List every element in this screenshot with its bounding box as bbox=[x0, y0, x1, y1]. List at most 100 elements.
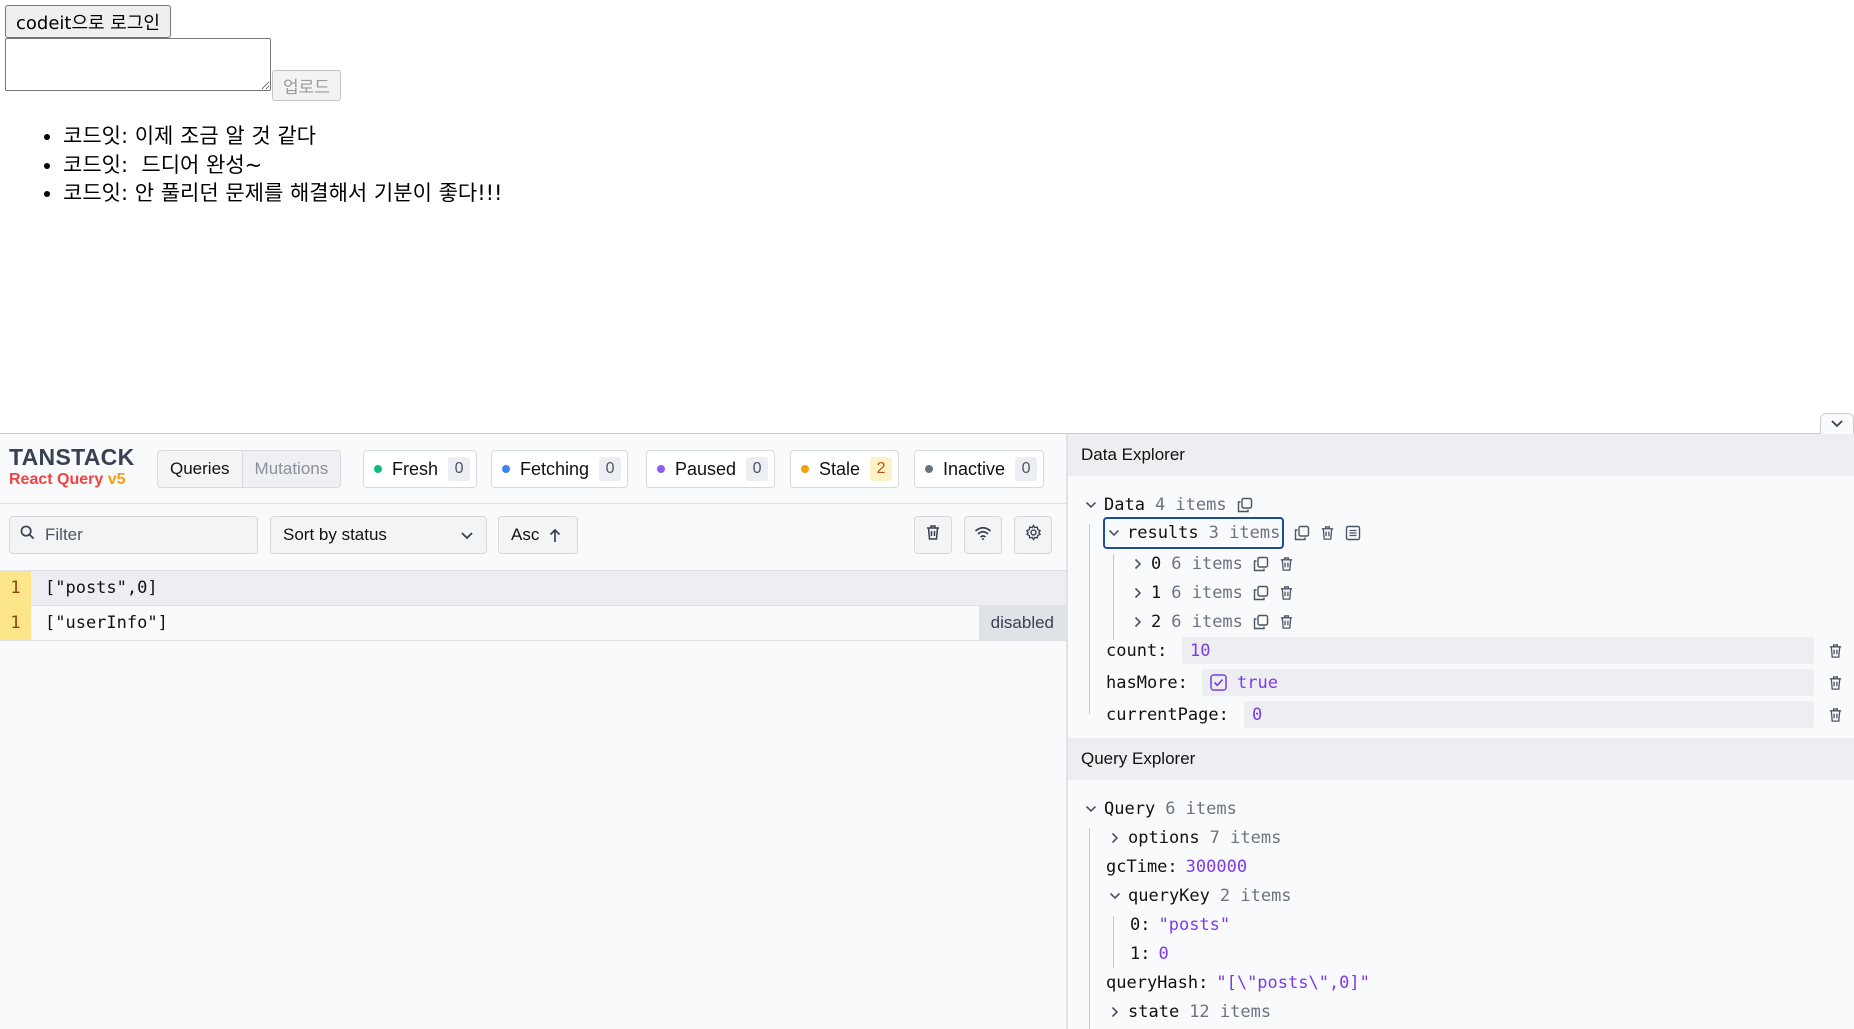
chevron-right-icon bbox=[1108, 831, 1122, 845]
arrow-up-icon bbox=[549, 528, 561, 543]
node-label: Query bbox=[1104, 798, 1156, 819]
field-value: 0 bbox=[1252, 704, 1263, 725]
node-label: 0 bbox=[1151, 553, 1162, 574]
post-textarea[interactable] bbox=[5, 38, 271, 91]
tree-node-querykey[interactable]: queryKey 2 items bbox=[1108, 881, 1292, 910]
node-label: 1 bbox=[1151, 582, 1162, 603]
node-count: 4 items bbox=[1154, 494, 1227, 515]
copy-icon[interactable] bbox=[1294, 525, 1310, 541]
query-key: ["userInfo"] bbox=[45, 613, 168, 633]
node-count: 6 items bbox=[1171, 553, 1243, 574]
query-toolbar: Sort by status Asc bbox=[0, 504, 1066, 571]
devtools-collapse-button[interactable] bbox=[1820, 413, 1854, 434]
copy-icon[interactable] bbox=[1253, 556, 1269, 572]
tab-queries[interactable]: Queries bbox=[158, 451, 242, 487]
node-count: 3 items bbox=[1208, 522, 1281, 543]
tree-field-count: count: bbox=[1106, 636, 1167, 665]
results-focus-box: results 3 items bbox=[1103, 516, 1285, 549]
trash-icon[interactable] bbox=[1279, 556, 1294, 572]
count-value-input[interactable]: 10 bbox=[1182, 637, 1814, 664]
node-label: results bbox=[1127, 522, 1199, 543]
status-dot bbox=[374, 465, 382, 473]
sort-select[interactable]: Sort by status bbox=[270, 516, 487, 554]
settings-button[interactable] bbox=[1014, 516, 1052, 554]
chevron-down-icon bbox=[1830, 415, 1844, 433]
copy-icon[interactable] bbox=[1237, 497, 1253, 513]
chevron-right-icon bbox=[1131, 586, 1145, 600]
list-item: 코드잇: 안 풀리던 문제를 해결해서 기분이 좋다!!! bbox=[63, 179, 502, 208]
status-count: 0 bbox=[448, 457, 471, 481]
status-badge-paused: Paused 0 bbox=[646, 450, 776, 488]
tree-field-gctime: gcTime: 300000 bbox=[1106, 852, 1247, 881]
trash-icon[interactable] bbox=[1279, 614, 1294, 630]
tab-mutations[interactable]: Mutations bbox=[241, 451, 341, 487]
tree-node-result-item[interactable]: 0 6 items bbox=[1131, 549, 1294, 578]
tree-guide bbox=[1089, 524, 1090, 714]
hasmore-toggle[interactable]: true bbox=[1202, 669, 1814, 696]
chevron-down-icon bbox=[460, 525, 474, 545]
copy-icon[interactable] bbox=[1253, 585, 1269, 601]
status-label: Paused bbox=[675, 458, 737, 479]
tree-node-data[interactable]: Data 4 items bbox=[1084, 490, 1253, 519]
query-row[interactable]: 1 ["userInfo"] disabled bbox=[0, 606, 1066, 641]
chevron-down-icon bbox=[1108, 889, 1122, 903]
tree-node-results[interactable]: results 3 items bbox=[1103, 516, 1361, 549]
search-icon bbox=[20, 525, 35, 545]
filter-box bbox=[9, 516, 258, 554]
sort-order-button[interactable]: Asc bbox=[498, 516, 578, 554]
queries-panel: TANSTACK React Query v5 Queries Mutation… bbox=[0, 434, 1066, 1029]
observer-count: 1 bbox=[0, 606, 31, 640]
tree-node-query[interactable]: Query 6 items bbox=[1084, 794, 1237, 823]
field-key: queryHash: bbox=[1106, 972, 1209, 993]
trash-icon[interactable] bbox=[1828, 675, 1843, 696]
status-label: Fresh bbox=[392, 458, 439, 479]
node-count: 6 items bbox=[1165, 798, 1237, 819]
currentpage-value-input[interactable]: 0 bbox=[1244, 701, 1814, 728]
list-icon[interactable] bbox=[1345, 525, 1361, 541]
tanstack-logo[interactable]: TANSTACK React Query v5 bbox=[9, 446, 134, 488]
trash-icon[interactable] bbox=[1320, 525, 1335, 541]
checkbox-checked-icon bbox=[1210, 674, 1227, 691]
field-value: 0 bbox=[1158, 943, 1169, 964]
status-label: Inactive bbox=[943, 458, 1006, 479]
node-count: 6 items bbox=[1171, 582, 1243, 603]
field-value: true bbox=[1237, 672, 1278, 693]
clear-cache-button[interactable] bbox=[914, 516, 952, 554]
query-key: ["posts",0] bbox=[45, 578, 158, 598]
status-label: Fetching bbox=[520, 458, 590, 479]
status-count: 2 bbox=[870, 457, 893, 481]
logo-title: TANSTACK bbox=[9, 444, 135, 470]
status-badge-inactive: Inactive 0 bbox=[914, 450, 1045, 488]
field-value: "[\"posts\",0]" bbox=[1216, 972, 1370, 993]
chevron-right-icon bbox=[1131, 615, 1145, 629]
copy-icon[interactable] bbox=[1253, 614, 1269, 630]
status-count: 0 bbox=[1015, 457, 1038, 481]
logo-subtitle: React Query v5 bbox=[9, 471, 126, 488]
tree-node-result-item[interactable]: 1 6 items bbox=[1131, 578, 1294, 607]
status-dot bbox=[502, 465, 510, 473]
disabled-badge: disabled bbox=[978, 606, 1066, 640]
tree-node-result-item[interactable]: 2 6 items bbox=[1131, 607, 1294, 636]
observer-count: 1 bbox=[0, 571, 31, 605]
trash-icon[interactable] bbox=[1828, 707, 1843, 728]
field-key: 1: bbox=[1130, 943, 1151, 964]
data-explorer-tree: Data 4 items results 3 items 0 6 items 1… bbox=[1068, 476, 1854, 738]
comment-list: 코드잇: 이제 조금 알 것 같다 코드잇: 드디어 완성~ 코드잇: 안 풀리… bbox=[0, 122, 502, 208]
tree-field-queryhash: queryHash: "[\"posts\",0]" bbox=[1106, 968, 1370, 997]
tree-node-state[interactable]: state 12 items bbox=[1108, 997, 1271, 1026]
chevron-right-icon bbox=[1131, 557, 1145, 571]
tree-node-options[interactable]: options 7 items bbox=[1108, 823, 1281, 852]
network-mode-button[interactable] bbox=[964, 516, 1002, 554]
tree-field-currentpage: currentPage: bbox=[1106, 700, 1229, 729]
chevron-right-icon bbox=[1108, 1005, 1122, 1019]
trash-icon bbox=[925, 524, 941, 546]
login-button[interactable]: codeit으로 로그인 bbox=[5, 5, 171, 38]
filter-input[interactable] bbox=[43, 524, 243, 546]
trash-icon[interactable] bbox=[1828, 643, 1843, 664]
details-panel: Data Explorer Data 4 items results 3 ite… bbox=[1066, 434, 1854, 1029]
query-row[interactable]: 1 ["posts",0] bbox=[0, 571, 1066, 606]
node-count: 2 items bbox=[1219, 885, 1292, 906]
upload-button[interactable]: 업로드 bbox=[272, 70, 341, 101]
trash-icon[interactable] bbox=[1279, 585, 1294, 601]
field-value: 10 bbox=[1190, 640, 1211, 661]
